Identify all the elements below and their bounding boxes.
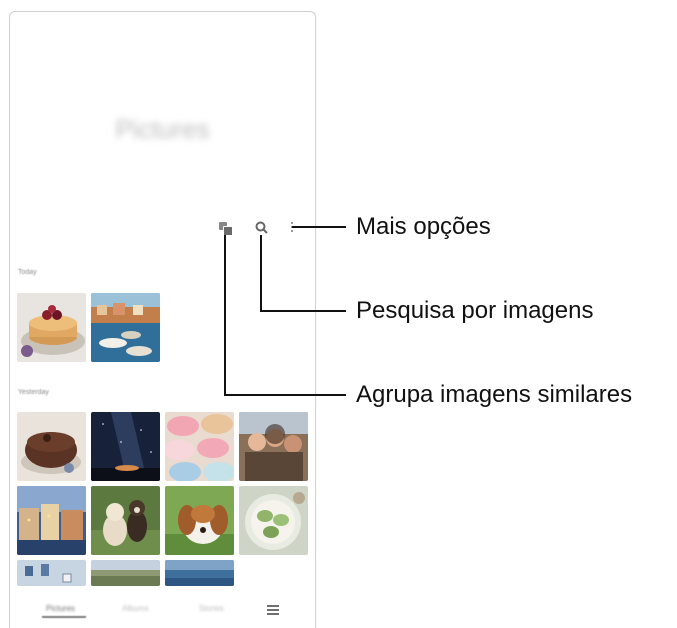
tab-albums[interactable]: Albums — [122, 604, 149, 613]
photo-thumbnail[interactable] — [239, 412, 308, 481]
menu-icon[interactable] — [267, 605, 279, 617]
search-icon[interactable] — [254, 220, 270, 236]
callout-more-options: Mais opções — [356, 213, 491, 240]
callout-group-similar: Agrupa imagens similares — [356, 381, 633, 408]
tab-stories[interactable]: Stories — [199, 604, 224, 613]
photo-thumbnail[interactable] — [91, 560, 160, 586]
callout-line-similar — [224, 235, 226, 396]
active-tab-indicator — [42, 616, 86, 618]
photo-thumbnail[interactable] — [165, 412, 234, 481]
callout-line-similar — [224, 394, 346, 396]
callout-search-images: Pesquisa por imagens — [356, 297, 594, 324]
photo-thumbnail[interactable] — [91, 412, 160, 481]
photo-thumbnail[interactable] — [17, 486, 86, 555]
callout-line-search — [260, 235, 262, 312]
photo-thumbnail[interactable] — [17, 560, 86, 586]
section-label-today: Today — [18, 269, 37, 276]
app-title: Pictures — [115, 114, 210, 144]
section-label-yesterday: Yesterday — [18, 389, 49, 396]
photo-thumbnail[interactable] — [17, 412, 86, 481]
photo-thumbnail[interactable] — [91, 293, 160, 362]
tab-pictures[interactable]: Pictures — [46, 604, 75, 613]
photo-thumbnail[interactable] — [239, 486, 308, 555]
photo-thumbnail[interactable] — [17, 293, 86, 362]
callout-line-search — [260, 310, 346, 312]
more-options-icon[interactable] — [289, 220, 295, 238]
photo-thumbnail[interactable] — [165, 486, 234, 555]
callout-line-more-options — [292, 226, 346, 228]
photo-thumbnail[interactable] — [91, 486, 160, 555]
similar-images-icon[interactable] — [219, 222, 233, 236]
photo-thumbnail[interactable] — [165, 560, 234, 586]
phone-screen: Pictures Today Yesterday Pictures Albums… — [9, 11, 316, 628]
